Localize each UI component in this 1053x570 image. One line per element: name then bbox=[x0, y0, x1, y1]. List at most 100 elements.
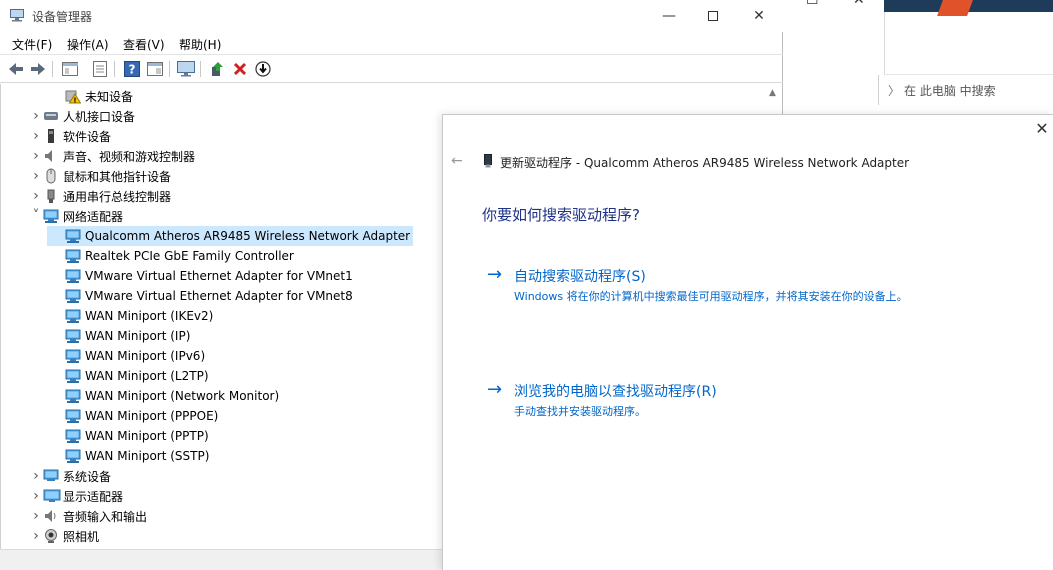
chevron-right-icon[interactable]: › bbox=[29, 108, 43, 124]
minimize-icon: — bbox=[662, 8, 676, 24]
document-icon bbox=[93, 61, 107, 77]
tree-item[interactable]: Qualcomm Atheros AR9485 Wireless Network… bbox=[47, 226, 414, 246]
show-hide-console-tree-button[interactable] bbox=[60, 60, 80, 78]
tree-item[interactable]: WAN Miniport (IPv6) bbox=[47, 346, 205, 366]
tree-item[interactable]: WAN Miniport (Network Monitor) bbox=[47, 386, 279, 406]
tree-item-label: 未知设备 bbox=[85, 89, 134, 104]
tree-item-label: WAN Miniport (PPPOE) bbox=[85, 409, 219, 423]
tree-item-label: 声音、视频和游戏控制器 bbox=[63, 149, 196, 164]
dialog-close-icon[interactable]: ✕ bbox=[1032, 119, 1052, 139]
option-arrow-icon[interactable]: → bbox=[487, 379, 502, 400]
browse-driver-option[interactable]: 浏览我的电脑以查找驱动程序(R) bbox=[514, 381, 717, 401]
tree-item[interactable]: › 声音、视频和游戏控制器 bbox=[29, 146, 195, 166]
maximize-button[interactable] bbox=[690, 0, 736, 32]
help-button[interactable]: ? bbox=[122, 60, 142, 78]
chevron-right-icon[interactable]: › bbox=[29, 188, 43, 204]
tree-item[interactable]: Realtek PCIe GbE Family Controller bbox=[47, 246, 294, 266]
network-adapter-icon bbox=[43, 208, 59, 224]
properties-sheet-button[interactable] bbox=[90, 60, 110, 78]
update-driver-dialog: ✕ ← 更新驱动程序 - Qualcomm Atheros AR9485 Wir… bbox=[442, 114, 1053, 570]
tree-item[interactable]: › 人机接口设备 bbox=[29, 106, 135, 126]
view-button[interactable] bbox=[145, 60, 165, 78]
tree-item[interactable]: WAN Miniport (PPTP) bbox=[47, 426, 209, 446]
chevron-right-icon[interactable]: › bbox=[29, 148, 43, 164]
tree-item-label: VMware Virtual Ethernet Adapter for VMne… bbox=[85, 289, 353, 303]
tree-item[interactable]: WAN Miniport (PPPOE) bbox=[47, 406, 218, 426]
menu-view[interactable]: 查看(V) bbox=[123, 36, 165, 53]
tree-item[interactable]: VMware Virtual Ethernet Adapter for VMne… bbox=[47, 286, 353, 306]
audio-icon bbox=[43, 508, 59, 524]
forward-button[interactable] bbox=[28, 60, 48, 78]
chevron-right-icon[interactable]: › bbox=[29, 508, 43, 524]
close-button[interactable]: ✕ bbox=[736, 0, 782, 32]
tree-item[interactable]: WAN Miniport (IKEv2) bbox=[47, 306, 213, 326]
svg-text:!: ! bbox=[73, 96, 76, 104]
tree-item-label: Qualcomm Atheros AR9485 Wireless Network… bbox=[85, 229, 411, 243]
software-device-icon bbox=[43, 128, 59, 144]
browse-driver-desc[interactable]: 手动查找并安装驱动程序。 bbox=[514, 403, 646, 419]
maximize-icon bbox=[708, 11, 718, 21]
network-adapter-icon bbox=[65, 288, 81, 304]
tree-item[interactable]: › 通用串行总线控制器 bbox=[29, 186, 171, 206]
window-view-icon bbox=[147, 62, 163, 76]
auto-search-driver-desc[interactable]: Windows 将在你的计算机中搜索最佳可用驱动程序，并将其安装在你的设备上。 bbox=[514, 288, 908, 304]
back-button[interactable] bbox=[6, 60, 26, 78]
tree-item[interactable]: WAN Miniport (L2TP) bbox=[47, 366, 209, 386]
chevron-down-icon[interactable]: ˅ bbox=[29, 208, 43, 224]
tree-item-label: WAN Miniport (L2TP) bbox=[85, 369, 209, 383]
back-arrow-icon[interactable]: ← bbox=[451, 153, 463, 169]
chevron-right-icon[interactable]: › bbox=[29, 528, 43, 544]
network-adapter-icon bbox=[65, 428, 81, 444]
chevron-right-icon[interactable]: › bbox=[29, 488, 43, 504]
tree-item[interactable]: › 音频输入和输出 bbox=[29, 506, 147, 526]
enable-device-button[interactable] bbox=[253, 60, 273, 78]
network-adapter-icon bbox=[65, 268, 81, 284]
chevron-right-icon[interactable]: › bbox=[29, 168, 43, 184]
hid-icon bbox=[43, 108, 59, 124]
maximize-icon[interactable]: ☐ bbox=[806, 0, 819, 8]
auto-search-driver-option[interactable]: 自动搜索驱动程序(S) bbox=[514, 266, 646, 286]
menu-help[interactable]: 帮助(H) bbox=[179, 36, 221, 53]
network-adapter-icon bbox=[65, 328, 81, 344]
network-adapter-icon bbox=[65, 228, 81, 244]
toolbar-separator bbox=[200, 61, 201, 77]
download-circle-icon bbox=[255, 61, 271, 77]
scroll-up-icon[interactable]: ▲ bbox=[764, 88, 781, 105]
tree-item[interactable]: ! 未知设备 bbox=[47, 86, 133, 106]
tree-item[interactable]: › 鼠标和其他指针设备 bbox=[29, 166, 171, 186]
chevron-right-icon[interactable]: › bbox=[29, 128, 43, 144]
chevron-right-icon[interactable]: › bbox=[29, 468, 43, 484]
update-driver-button[interactable] bbox=[207, 60, 227, 78]
network-adapter-icon bbox=[65, 448, 81, 464]
update-driver-icon bbox=[212, 62, 223, 76]
dialog-title: 更新驱动程序 - Qualcomm Atheros AR9485 Wireles… bbox=[500, 156, 910, 170]
dialog-question: 你要如何搜索驱动程序? bbox=[482, 206, 640, 224]
search-box[interactable]: 〉 在 此电脑 中搜索 bbox=[884, 80, 1053, 100]
tree-item-label: 软件设备 bbox=[63, 129, 112, 144]
tree-item[interactable]: › 照相机 bbox=[29, 526, 99, 546]
menu-file[interactable]: 文件(F) bbox=[12, 36, 52, 53]
uninstall-device-button[interactable] bbox=[230, 60, 250, 78]
console-tree-icon bbox=[62, 62, 78, 76]
close-icon[interactable]: ✕ bbox=[853, 0, 865, 8]
tree-item-label: 照相机 bbox=[63, 529, 100, 544]
scan-hardware-button[interactable] bbox=[176, 60, 196, 78]
tree-item[interactable]: WAN Miniport (IP) bbox=[47, 326, 190, 346]
option-arrow-icon[interactable]: → bbox=[487, 264, 502, 285]
tree-item-label: 鼠标和其他指针设备 bbox=[63, 169, 172, 184]
tree-item[interactable]: WAN Miniport (SSTP) bbox=[47, 446, 209, 466]
tree-item[interactable]: › 显示适配器 bbox=[29, 486, 123, 506]
monitor-scan-icon bbox=[177, 61, 195, 77]
menu-action[interactable]: 操作(A) bbox=[67, 36, 109, 53]
tree-item-label: 显示适配器 bbox=[63, 489, 124, 504]
window-title: 设备管理器 bbox=[32, 10, 93, 24]
minimize-button[interactable]: — bbox=[646, 0, 692, 32]
uninstall-x-icon bbox=[233, 62, 247, 76]
tree-item[interactable]: VMware Virtual Ethernet Adapter for VMne… bbox=[47, 266, 353, 286]
tree-item-label: Realtek PCIe GbE Family Controller bbox=[85, 249, 294, 263]
tree-item-label: WAN Miniport (Network Monitor) bbox=[85, 389, 280, 403]
tree-item[interactable]: ˅ 网络适配器 bbox=[29, 206, 124, 226]
tree-item[interactable]: › 系统设备 bbox=[29, 466, 111, 486]
unknown-device-icon: ! bbox=[65, 88, 82, 104]
tree-item[interactable]: › 软件设备 bbox=[29, 126, 111, 146]
